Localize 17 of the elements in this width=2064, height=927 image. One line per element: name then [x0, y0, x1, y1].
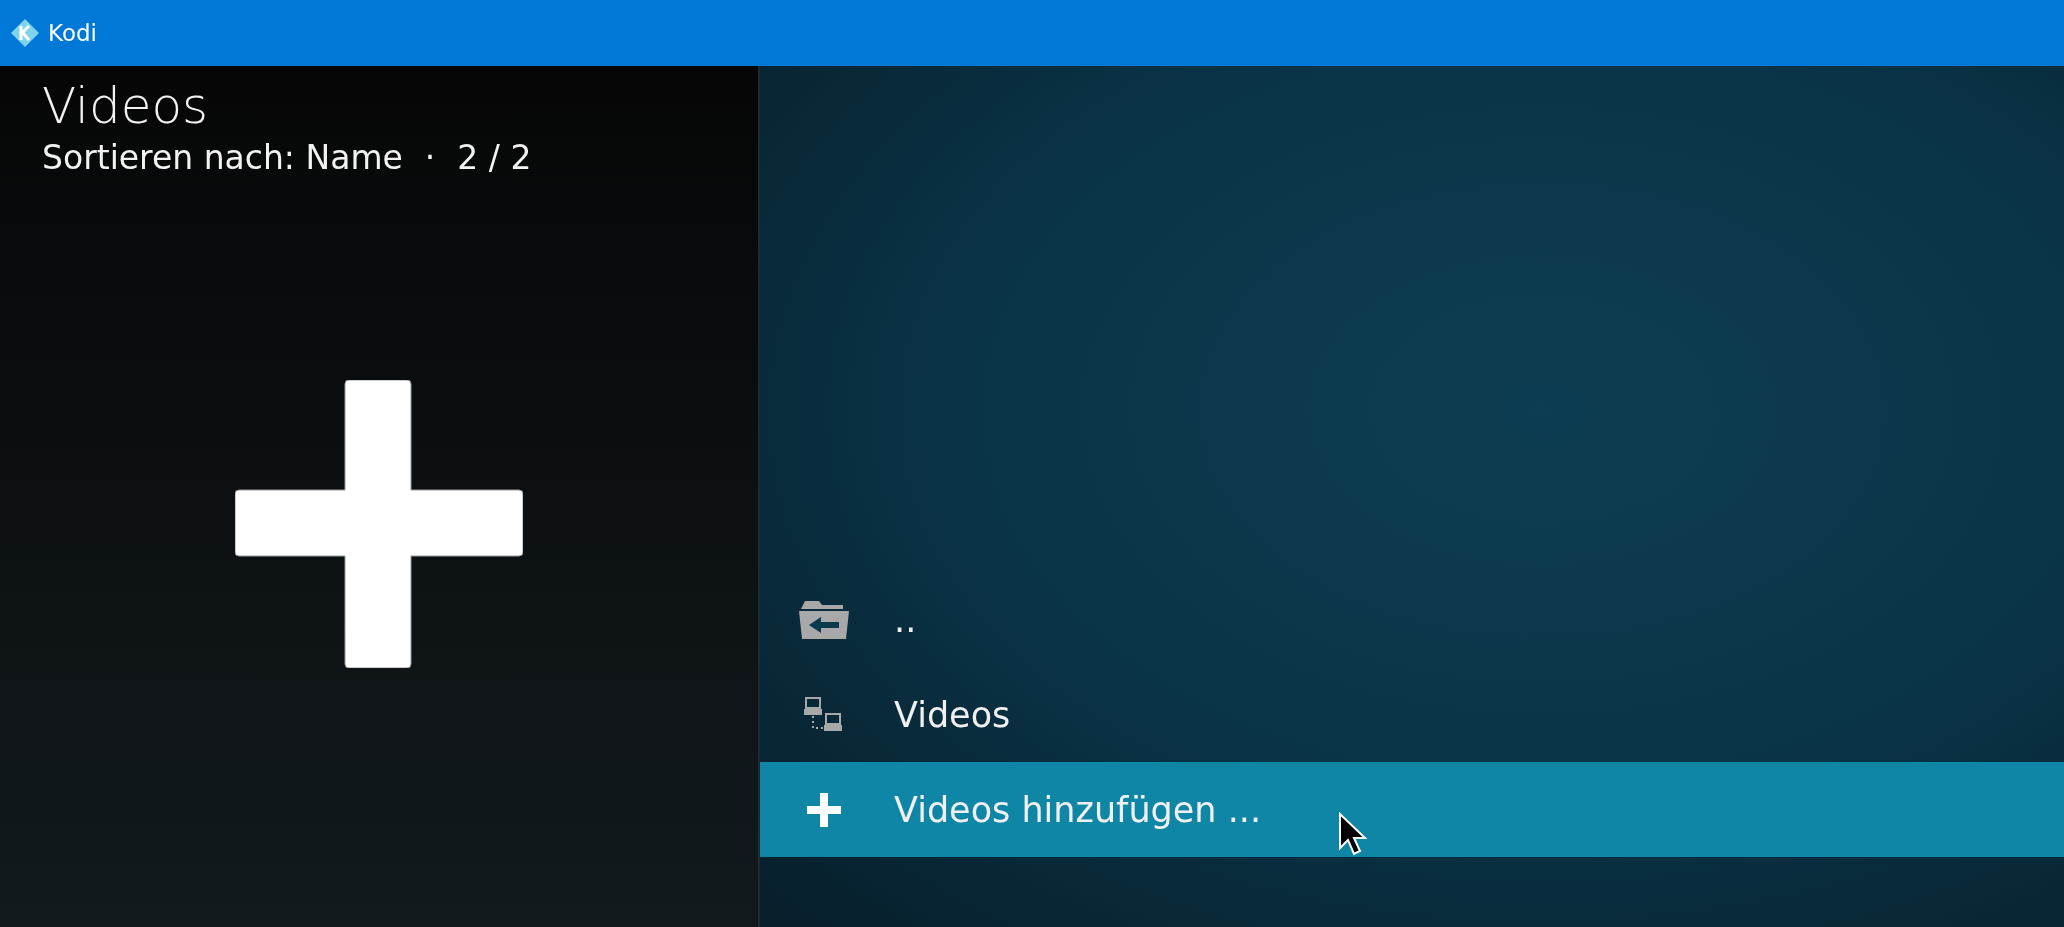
item-label: ..: [894, 599, 917, 640]
large-plus-icon: [235, 379, 523, 668]
page-title: Videos: [42, 76, 210, 136]
item-count: 2 / 2: [457, 137, 532, 179]
item-label: Videos hinzufügen ...: [894, 789, 1261, 830]
mouse-pointer-icon: [1338, 812, 1368, 858]
app-logo-icon: [10, 18, 40, 48]
list-item[interactable]: Videos hinzufügen ...: [760, 762, 2064, 857]
window-title: Kodi: [48, 20, 97, 46]
list-item[interactable]: Videos: [760, 667, 2064, 762]
network-computers-icon: [804, 696, 844, 733]
sort-label[interactable]: Sortieren nach: Name: [42, 136, 403, 180]
separator-dot: ·: [424, 137, 436, 179]
plus-icon: [807, 792, 841, 827]
folder-back-icon: [799, 600, 849, 639]
list-item[interactable]: ..: [760, 572, 2064, 667]
item-label: Videos: [894, 694, 1011, 735]
